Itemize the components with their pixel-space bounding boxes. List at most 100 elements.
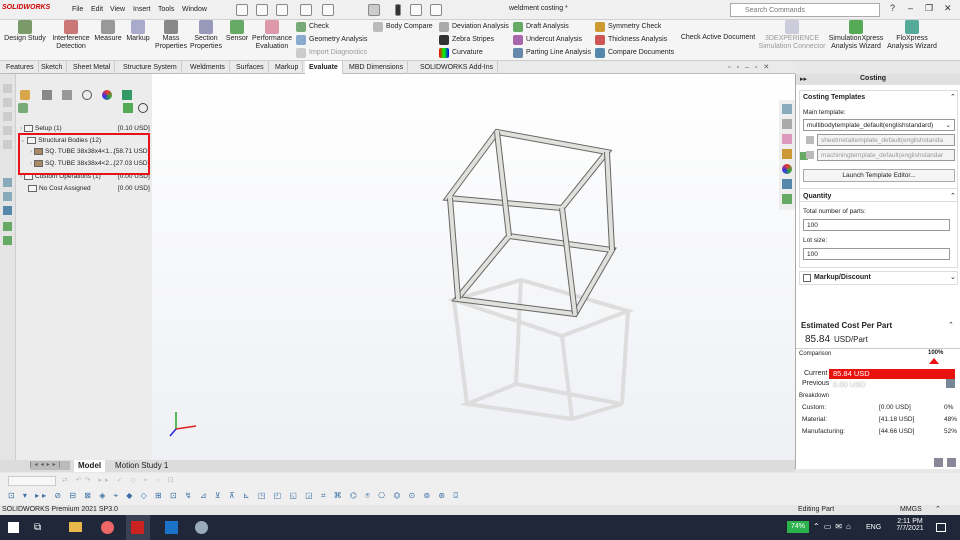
chevron-down-icon[interactable]: ⌄ <box>950 273 956 281</box>
rebuild-icon[interactable] <box>410 4 422 16</box>
viewport-window-controls[interactable]: ▫▫–▫✕ <box>728 63 788 72</box>
minimize-icon[interactable]: – <box>908 3 913 13</box>
collapse-arrows[interactable]: ▸▸ <box>800 75 807 83</box>
tab-scroll-arrows[interactable]: |◂◂▸▸| <box>30 461 70 470</box>
language-indicator[interactable]: ENG <box>866 524 881 531</box>
machining-template-select[interactable]: machiningtemplate_default(englishstandar <box>817 149 955 161</box>
appearances-icon[interactable] <box>782 164 792 174</box>
export-icon[interactable] <box>947 458 956 467</box>
tab-solidworks-add-ins[interactable]: SOLIDWORKS Add-Ins <box>416 61 499 74</box>
tab-structure-system[interactable]: Structure System <box>119 61 182 74</box>
symmetry-check-button[interactable]: Symmetry Check <box>595 21 661 33</box>
tab-weldments[interactable]: Weldments <box>186 61 230 74</box>
property-manager-tab-icon[interactable] <box>42 90 52 100</box>
solidworks-resources-icon[interactable] <box>782 104 792 114</box>
strip-icon-7[interactable] <box>3 192 12 201</box>
chevron-up-icon[interactable]: ⌃ <box>950 192 956 200</box>
new-document-icon[interactable] <box>256 4 268 16</box>
close-icon[interactable]: ✕ <box>944 3 952 14</box>
chevron-up-icon[interactable]: ⌃ <box>935 505 941 513</box>
windows-start-icon[interactable] <box>2 515 26 540</box>
costing-pane-icon[interactable] <box>782 194 792 204</box>
tree-no-cost-assigned[interactable]: No Cost Assigned [0.00 USD] <box>28 183 150 195</box>
select-icon[interactable] <box>368 4 380 16</box>
chevron-up-icon[interactable]: ⌃ <box>948 321 954 329</box>
parting-line-analysis-button[interactable]: Parting Line Analysis <box>513 47 591 59</box>
markup-checkbox[interactable] <box>803 274 811 282</box>
tab-model[interactable]: Model <box>74 460 106 472</box>
strip-icon-6[interactable] <box>3 178 12 187</box>
selection-filter-toolbar[interactable]: ⊡ ▾ ▸▸ ⊘ ⊟ ⊠ ◈ ⌖ ◆ ◇ ⊞ ⊡ ↯ ⊿ ⊻ ⊼ ⊾ ◳ ◰ ◱… <box>8 491 478 502</box>
main-template-select[interactable]: multibodytemplate_default(englishstandar… <box>803 119 955 131</box>
curvature-button[interactable]: Curvature <box>439 47 483 59</box>
menu-file[interactable]: File <box>72 6 83 13</box>
filter-toolbar[interactable]: ⇄ ↶↷ ▸▸ ✓ ◇ ⌖ ○ ⊡ <box>62 476 312 486</box>
import-diagnostics-button[interactable]: Import Diagnostics <box>296 47 367 59</box>
design-study-button[interactable]: Design Study <box>3 20 47 43</box>
thickness-analysis-button[interactable]: Thickness Analysis <box>595 34 667 46</box>
clock-icon[interactable] <box>138 103 148 113</box>
traffic-light-icon[interactable] <box>395 4 401 16</box>
compare-documents-button[interactable]: Compare Documents <box>595 47 674 59</box>
geometry-analysis-button[interactable]: Geometry Analysis <box>296 34 367 46</box>
3dexperience-simulation-connector-button[interactable]: 3DEXPERIENCE Simulation Connector <box>757 20 827 51</box>
menu-tools[interactable]: Tools <box>158 6 174 13</box>
strip-icon-5[interactable] <box>3 140 12 149</box>
strip-icon-9[interactable] <box>3 222 12 231</box>
display-manager-tab-icon[interactable] <box>102 90 112 100</box>
tab-markup[interactable]: Markup <box>271 61 304 74</box>
status-units[interactable]: MMGS <box>900 506 922 513</box>
search-commands-input[interactable]: Search Commands <box>730 3 880 17</box>
markup-section[interactable]: Markup/Discount ⌄ <box>799 271 958 285</box>
tab-sketch[interactable]: Sketch <box>37 61 68 74</box>
check-active-document-button[interactable]: Check Active Document <box>679 34 757 42</box>
tab-features[interactable]: Features <box>2 61 39 74</box>
interference-detection-button[interactable]: Interference Detection <box>51 20 91 51</box>
selection-filter-select[interactable] <box>8 476 56 486</box>
mass-properties-button[interactable]: Mass Properties <box>153 20 189 51</box>
tab-evaluate[interactable]: Evaluate <box>305 61 343 74</box>
strip-icon-3[interactable] <box>3 112 12 121</box>
graphics-area[interactable]: ⌕⌖⌕⌾ ▣ ▦▾ ◼▾ ◎▾ ◐◑▾ ▭▾ <box>152 74 795 460</box>
outlook-app-icon[interactable] <box>160 515 184 540</box>
section-properties-button[interactable]: Section Properties <box>189 20 223 51</box>
firefox-app-icon[interactable] <box>96 515 120 540</box>
sensor-button[interactable]: Sensor <box>224 20 250 43</box>
tab-sheet-metal[interactable]: Sheet Metal <box>69 61 116 74</box>
home-icon[interactable] <box>236 4 248 16</box>
menu-window[interactable]: Window <box>182 6 207 13</box>
undercut-analysis-button[interactable]: Undercut Analysis <box>513 34 582 46</box>
measure-button[interactable]: Measure <box>92 20 124 43</box>
notifications-icon[interactable] <box>936 523 946 532</box>
task-view-icon[interactable]: ⧉ <box>34 515 58 540</box>
chevron-up-icon[interactable]: ⌃ <box>950 93 956 101</box>
file-explorer-app-icon[interactable] <box>64 515 88 540</box>
help-icon[interactable]: ? <box>890 3 895 13</box>
body-compare-button[interactable]: Body Compare <box>373 21 433 33</box>
menu-edit[interactable]: Edit <box>91 6 103 13</box>
lot-size-input[interactable]: 100 <box>803 248 950 260</box>
options-gear-icon[interactable] <box>430 4 442 16</box>
custom-properties-icon[interactable] <box>782 179 792 189</box>
battery-indicator[interactable]: 74% <box>787 521 809 533</box>
strip-icon-8[interactable] <box>3 206 12 215</box>
markup-button[interactable]: Markup <box>124 20 152 43</box>
view-palette-icon[interactable] <box>782 149 792 159</box>
tab-surfaces[interactable]: Surfaces <box>232 61 269 74</box>
strip-icon-10[interactable] <box>3 236 12 245</box>
deviation-analysis-button[interactable]: Deviation Analysis <box>439 21 509 33</box>
strip-icon-1[interactable] <box>3 84 12 93</box>
floxpress-button[interactable]: FloXpress Analysis Wizard <box>886 20 938 51</box>
save-icon[interactable] <box>300 4 312 16</box>
tab-motion-study[interactable]: Motion Study 1 <box>111 460 172 472</box>
snipping-tool-app-icon[interactable] <box>190 515 214 540</box>
costing-tab-icon[interactable] <box>122 90 132 100</box>
design-library-icon[interactable] <box>782 119 792 129</box>
report-icon[interactable] <box>934 458 943 467</box>
launch-template-editor-button[interactable]: Launch Template Editor... <box>803 169 955 182</box>
feature-manager-tab-icon[interactable] <box>20 90 30 100</box>
total-parts-input[interactable]: 100 <box>803 219 950 231</box>
dimxpert-tab-icon[interactable] <box>82 90 92 100</box>
strip-icon-4[interactable] <box>3 126 12 135</box>
simulationxpress-button[interactable]: SimulationXpress Analysis Wizard <box>828 20 884 51</box>
